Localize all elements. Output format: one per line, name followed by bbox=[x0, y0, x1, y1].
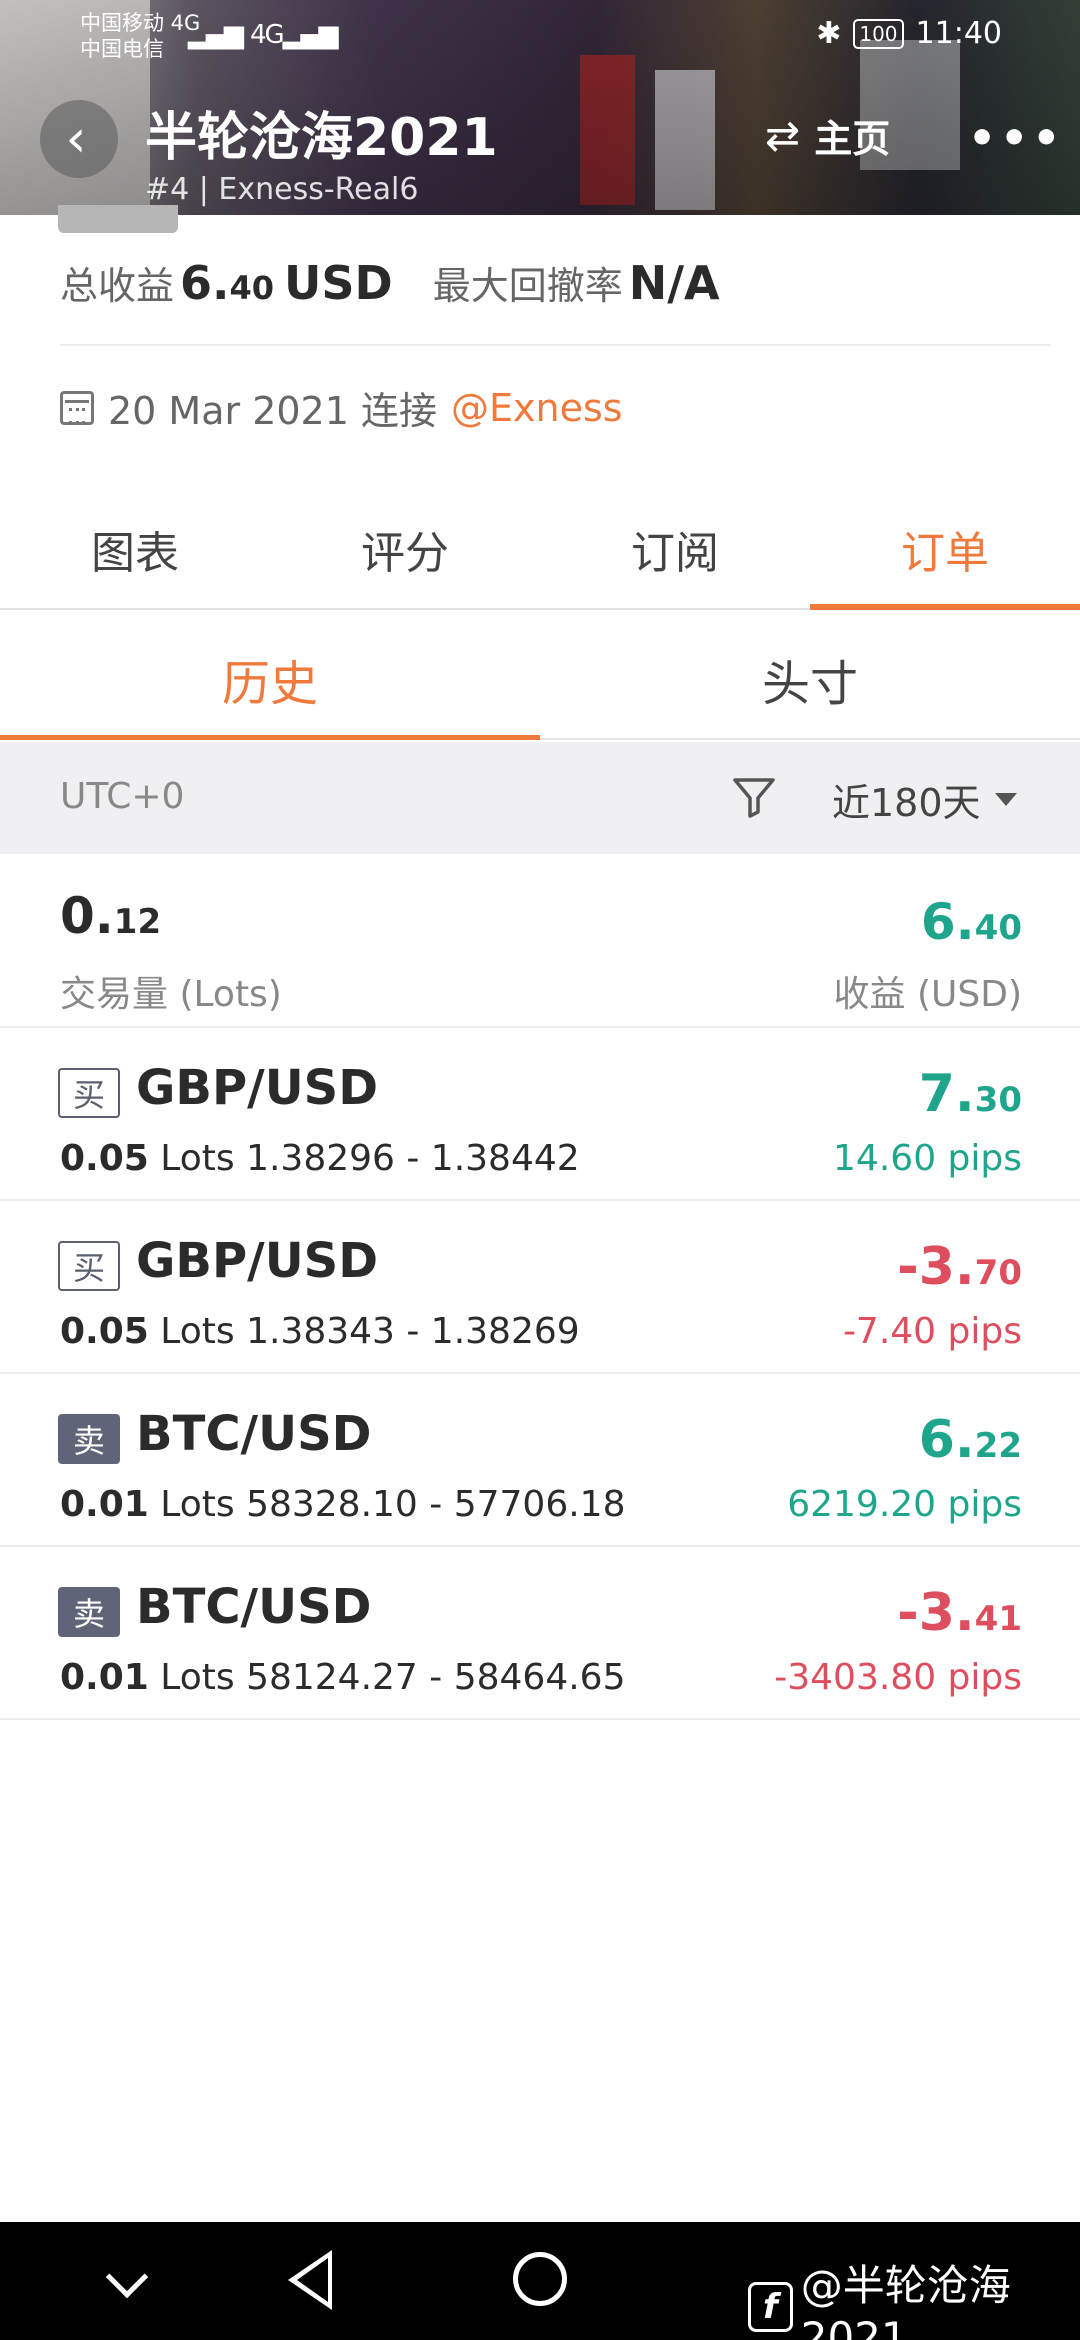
main-tab-bar: 图表 评分 订阅 订单 bbox=[0, 505, 1080, 610]
tab-orders[interactable]: 订单 bbox=[810, 505, 1080, 610]
total-profit-label: 总收益 bbox=[60, 264, 175, 308]
tab-positions[interactable]: 头寸 bbox=[540, 612, 1080, 738]
max-drawdown-label: 最大回撤率 bbox=[432, 264, 623, 308]
home-button[interactable]: ⇄ 主页 bbox=[765, 108, 890, 163]
tab-rating[interactable]: 评分 bbox=[270, 505, 540, 608]
bluetooth-icon: ✱ bbox=[816, 16, 842, 51]
order-symbol: GBP/USD bbox=[136, 1233, 379, 1289]
range-label: 近180天 bbox=[832, 781, 981, 825]
order-pnl: -3.41 bbox=[897, 1583, 1022, 1643]
connection-date: 20 Mar 2021 连接 bbox=[108, 389, 437, 433]
calendar-icon bbox=[60, 390, 94, 425]
order-pnl: 7.30 bbox=[918, 1064, 1022, 1124]
nav-collapse-chevron-icon[interactable] bbox=[105, 2255, 149, 2299]
filter-bar: UTC+0 近180天 bbox=[0, 742, 1080, 854]
nav-home-circle-icon[interactable] bbox=[513, 2252, 567, 2306]
volume-value: 0.12 bbox=[60, 887, 162, 945]
caret-down-icon bbox=[994, 793, 1017, 806]
weibo-logo-icon: f bbox=[748, 2282, 793, 2332]
sell-badge: 卖 bbox=[58, 1414, 120, 1464]
page-title: 半轮沧海2021 bbox=[145, 108, 498, 168]
home-button-label: 主页 bbox=[814, 117, 891, 161]
max-drawdown-value: N/A bbox=[628, 256, 720, 310]
broker-link[interactable]: @Exness bbox=[451, 386, 623, 430]
order-pnl: 6.22 bbox=[918, 1410, 1022, 1470]
carrier-2: 中国电信 bbox=[80, 37, 164, 61]
order-detail: 0.01 Lots 58124.27 - 58464.65 bbox=[60, 1657, 626, 1698]
stats-row: 总收益 6. 40 USD 最大回撤率 N/A bbox=[60, 255, 720, 310]
total-profit-dec: 40 bbox=[229, 269, 275, 307]
status-bar: 中国移动 4G 中国电信 ▂▄▆ 4G▂▄▆ ✱ 100 11:40 bbox=[0, 8, 1080, 61]
watermark-text: @半轮沧海2021 bbox=[800, 2261, 1011, 2340]
signal-4g-icon: 4G▂▄▆ bbox=[250, 20, 339, 50]
profit-value: 6.40 bbox=[920, 893, 1022, 951]
order-pnl: -3.70 bbox=[897, 1237, 1022, 1297]
timezone-label: UTC+0 bbox=[60, 776, 185, 817]
range-dropdown[interactable]: 近180天 bbox=[832, 772, 1017, 827]
total-profit-unit: USD bbox=[284, 256, 393, 310]
filter-icon[interactable] bbox=[730, 772, 778, 820]
order-row[interactable]: 买 GBP/USD 0.05 Lots 1.38296 - 1.38442 7.… bbox=[0, 1028, 1080, 1201]
buy-badge: 买 bbox=[58, 1241, 120, 1291]
order-detail: 0.01 Lots 58328.10 - 57706.18 bbox=[60, 1484, 626, 1525]
signal-icon: ▂▄▆ bbox=[188, 20, 244, 50]
order-pips: 6219.20 pips bbox=[787, 1484, 1022, 1525]
battery-icon: 100 bbox=[853, 18, 904, 49]
total-profit-int: 6. bbox=[180, 256, 230, 310]
carrier-1: 中国移动 4G bbox=[80, 11, 201, 35]
order-pips: -7.40 pips bbox=[842, 1311, 1022, 1352]
tab-subscribe[interactable]: 订阅 bbox=[540, 505, 810, 608]
order-detail: 0.05 Lots 1.38343 - 1.38269 bbox=[60, 1311, 580, 1352]
swap-icon: ⇄ bbox=[765, 111, 801, 160]
sub-tab-bar: 历史 头寸 bbox=[0, 612, 1080, 740]
carrier-labels: 中国移动 4G 中国电信 bbox=[80, 10, 200, 62]
buy-badge: 买 bbox=[58, 1068, 120, 1118]
history-summary: 0.12 交易量 (Lots) 6.40 收益 (USD) bbox=[0, 855, 1080, 1028]
back-button[interactable]: ‹ bbox=[40, 100, 118, 178]
order-symbol: BTC/USD bbox=[136, 1406, 372, 1462]
volume-label: 交易量 (Lots) bbox=[60, 974, 282, 1015]
order-row[interactable]: 卖 BTC/USD 0.01 Lots 58124.27 - 58464.65 … bbox=[0, 1547, 1080, 1720]
divider bbox=[60, 344, 1050, 346]
watermark: f @半轮沧海2021 bbox=[748, 2252, 1080, 2340]
connection-info: 20 Mar 2021 连接 @Exness bbox=[60, 380, 623, 435]
clock: 11:40 bbox=[915, 16, 1002, 51]
more-options-button[interactable]: ••• bbox=[968, 113, 1064, 164]
sell-badge: 卖 bbox=[58, 1587, 120, 1637]
tab-chart[interactable]: 图表 bbox=[0, 505, 270, 608]
order-pips: -3403.80 pips bbox=[774, 1657, 1022, 1698]
order-detail: 0.05 Lots 1.38296 - 1.38442 bbox=[60, 1138, 580, 1179]
order-symbol: GBP/USD bbox=[136, 1060, 379, 1116]
profit-label: 收益 (USD) bbox=[833, 974, 1022, 1015]
system-nav-bar: f @半轮沧海2021 bbox=[0, 2222, 1080, 2340]
order-pips: 14.60 pips bbox=[833, 1138, 1022, 1179]
account-subtitle: #4 | Exness-Real6 bbox=[145, 172, 419, 207]
tab-history[interactable]: 历史 bbox=[0, 612, 540, 740]
header-badge-peek bbox=[58, 205, 178, 233]
order-row[interactable]: 卖 BTC/USD 0.01 Lots 58328.10 - 57706.18 … bbox=[0, 1374, 1080, 1547]
order-symbol: BTC/USD bbox=[136, 1579, 372, 1635]
status-right: ✱ 100 11:40 bbox=[816, 16, 1002, 51]
chevron-left-icon: ‹ bbox=[65, 109, 87, 169]
order-row[interactable]: 买 GBP/USD 0.05 Lots 1.38343 - 1.38269 -3… bbox=[0, 1201, 1080, 1374]
